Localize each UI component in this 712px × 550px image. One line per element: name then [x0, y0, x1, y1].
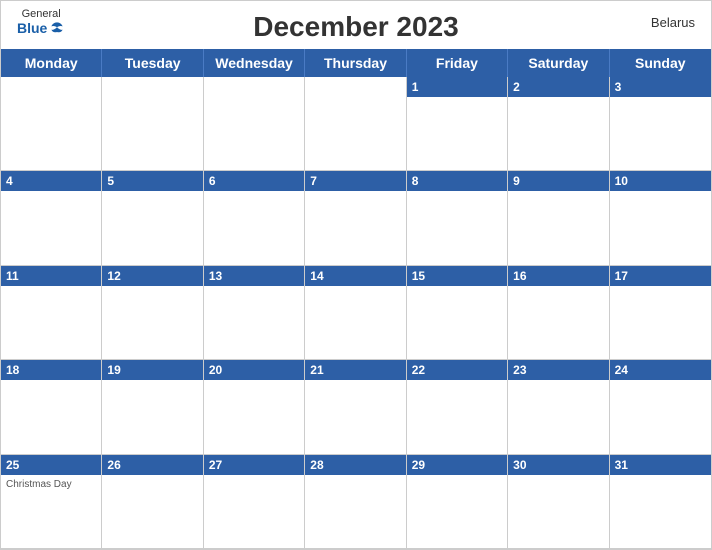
calendar: General Blue December 2023 Belarus Monda…: [0, 0, 712, 550]
cell-date-number: 1: [412, 80, 419, 94]
calendar-cell: 12: [102, 266, 203, 360]
day-header-monday: Monday: [1, 49, 102, 77]
cell-date-number: 26: [107, 458, 120, 472]
cell-date-number: 31: [615, 458, 628, 472]
cell-date-number: 2: [513, 80, 520, 94]
cell-date-number: 17: [615, 269, 628, 283]
country-label: Belarus: [651, 15, 695, 30]
cell-date-number: 30: [513, 458, 526, 472]
cell-date-number: 25: [6, 458, 19, 472]
calendar-cell: 30: [508, 455, 609, 549]
cell-date-number: 20: [209, 363, 222, 377]
day-header-thursday: Thursday: [305, 49, 406, 77]
calendar-cell: [102, 77, 203, 171]
calendar-cell: 7: [305, 171, 406, 265]
calendar-cell: 25 Christmas Day: [1, 455, 102, 549]
cell-date-number: 28: [310, 458, 323, 472]
day-header-saturday: Saturday: [508, 49, 609, 77]
cell-date-number: 10: [615, 174, 628, 188]
calendar-cell: 17: [610, 266, 711, 360]
cell-date-number: 15: [412, 269, 425, 283]
cell-date-number: 23: [513, 363, 526, 377]
cell-date-number: 7: [310, 174, 317, 188]
day-headers: Monday Tuesday Wednesday Thursday Friday…: [1, 49, 711, 77]
cell-date-number: 21: [310, 363, 323, 377]
logo-general-text: General: [22, 9, 61, 20]
calendar-cell: 9: [508, 171, 609, 265]
cell-date-number: 22: [412, 363, 425, 377]
calendar-cell: 8: [407, 171, 508, 265]
calendar-cell: 14: [305, 266, 406, 360]
calendar-cell: 28: [305, 455, 406, 549]
day-header-tuesday: Tuesday: [102, 49, 203, 77]
calendar-cell: [305, 77, 406, 171]
cell-date-number: 27: [209, 458, 222, 472]
cell-date-number: 6: [209, 174, 216, 188]
cell-event: Christmas Day: [6, 479, 96, 490]
logo-blue-text: Blue: [17, 20, 65, 36]
cell-date-number: 18: [6, 363, 19, 377]
cell-date-number: 3: [615, 80, 622, 94]
calendar-cell: 5: [102, 171, 203, 265]
logo-bird-icon: [49, 20, 65, 36]
calendar-cell: 2: [508, 77, 609, 171]
cell-date-number: 11: [6, 269, 19, 283]
calendar-cell: 23: [508, 360, 609, 454]
calendar-cell: [1, 77, 102, 171]
calendar-title: December 2023: [253, 11, 458, 43]
cell-date-number: 16: [513, 269, 526, 283]
calendar-grid: 1234567891011121314151617181920212223242…: [1, 77, 711, 549]
cell-date-number: 24: [615, 363, 628, 377]
cell-date-number: 14: [310, 269, 323, 283]
cell-date-number: 8: [412, 174, 419, 188]
calendar-header: General Blue December 2023 Belarus: [1, 1, 711, 49]
cell-date-number: 13: [209, 269, 222, 283]
calendar-cell: 27: [204, 455, 305, 549]
calendar-cell: 13: [204, 266, 305, 360]
cell-date-number: 19: [107, 363, 120, 377]
cell-date-number: 4: [6, 174, 13, 188]
logo: General Blue: [17, 9, 65, 36]
calendar-cell: 22: [407, 360, 508, 454]
calendar-cell: 20: [204, 360, 305, 454]
calendar-cell: 10: [610, 171, 711, 265]
calendar-cell: 1: [407, 77, 508, 171]
calendar-cell: 24: [610, 360, 711, 454]
calendar-cell: 26: [102, 455, 203, 549]
cell-date-number: 12: [107, 269, 120, 283]
cell-date-number: 5: [107, 174, 114, 188]
calendar-cell: 16: [508, 266, 609, 360]
day-header-wednesday: Wednesday: [204, 49, 305, 77]
day-header-friday: Friday: [407, 49, 508, 77]
calendar-cell: 19: [102, 360, 203, 454]
cell-date-number: 29: [412, 458, 425, 472]
calendar-cell: [204, 77, 305, 171]
calendar-cell: 31: [610, 455, 711, 549]
cell-date-number: 9: [513, 174, 520, 188]
calendar-cell: 11: [1, 266, 102, 360]
calendar-cell: 18: [1, 360, 102, 454]
calendar-cell: 3: [610, 77, 711, 171]
calendar-cell: 15: [407, 266, 508, 360]
calendar-cell: 4: [1, 171, 102, 265]
calendar-cell: 21: [305, 360, 406, 454]
day-header-sunday: Sunday: [610, 49, 711, 77]
calendar-cell: 29: [407, 455, 508, 549]
calendar-cell: 6: [204, 171, 305, 265]
